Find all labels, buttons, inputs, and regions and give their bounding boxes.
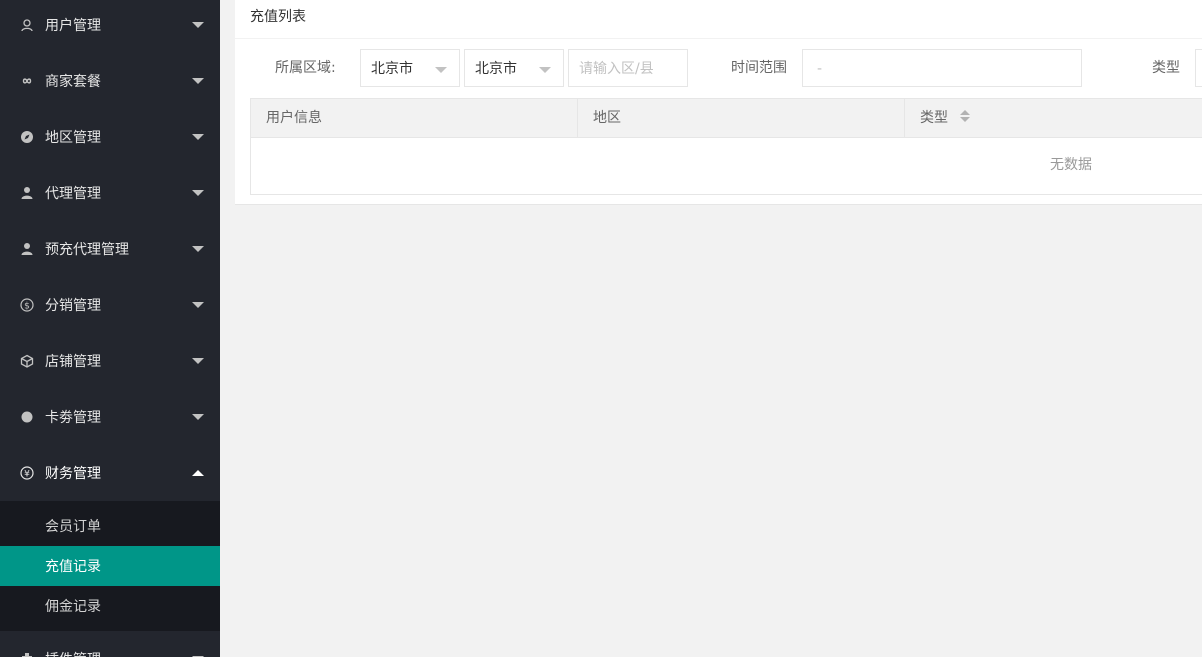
sidebar-item-finance-management[interactable]: ¥ 财务管理 [0, 445, 220, 501]
chevron-up-icon [192, 470, 204, 476]
sidebar-item-store-management[interactable]: 店铺管理 [0, 333, 220, 389]
recharge-table: 用户信息 地区 类型 无数据 [250, 98, 1202, 195]
sidebar-item-user-management[interactable]: 用户管理 [0, 0, 220, 53]
person-icon [20, 242, 34, 256]
chevron-down-icon [192, 302, 204, 308]
sidebar-item-coupon-management[interactable]: 卡劵管理 [0, 389, 220, 445]
column-region: 地区 [578, 99, 905, 137]
chevron-down-icon [192, 414, 204, 420]
city-value: 北京市 [475, 61, 517, 77]
province-select[interactable]: 北京市 [360, 49, 460, 87]
chevron-down-icon [192, 22, 204, 28]
sidebar-item-region-management[interactable]: 地区管理 [0, 109, 220, 165]
sidebar-item-label: 店铺管理 [45, 354, 101, 370]
sidebar-item-agent-management[interactable]: 代理管理 [0, 165, 220, 221]
district-placeholder: 请输入区/县 [579, 61, 654, 77]
sidebar: 用户管理 商家套餐 地区管理 代理管理 预充代理管理 $ 分销管理 店铺管理 卡… [0, 0, 220, 657]
card-title: 充值列表 [235, 0, 1202, 39]
time-range-label: 时间范围 [731, 60, 787, 76]
sidebar-item-label: 用户管理 [45, 18, 101, 34]
sidebar-item-label: 地区管理 [45, 130, 101, 146]
circle-icon [20, 410, 34, 424]
chevron-down-icon [192, 78, 204, 84]
plugin-icon [20, 652, 34, 657]
type-label: 类型 [1152, 60, 1180, 76]
svg-text:$: $ [24, 302, 30, 312]
yen-icon: ¥ [20, 466, 34, 480]
region-label: 所属区域: [275, 60, 336, 76]
province-value: 北京市 [371, 61, 413, 77]
chevron-down-icon [192, 358, 204, 364]
sidebar-item-label: 预充代理管理 [45, 242, 129, 258]
empty-state: 无数据 [1050, 157, 1092, 173]
sidebar-item-label: 商家套餐 [45, 74, 101, 90]
sidebar-item-prepaid-agent-management[interactable]: 预充代理管理 [0, 221, 220, 277]
sidebar-item-label: 分销管理 [45, 298, 101, 314]
sidebar-item-distribution-management[interactable]: $ 分销管理 [0, 277, 220, 333]
chevron-down-icon [192, 190, 204, 196]
filter-bar: 所属区域: 北京市 北京市 请输入区/县 时间范围 - 类型 [235, 49, 1202, 89]
sidebar-subitem-recharge-records[interactable]: 充值记录 [0, 546, 220, 586]
finance-submenu: 会员订单 充值记录 佣金记录 [0, 501, 220, 631]
city-select[interactable]: 北京市 [464, 49, 564, 87]
sidebar-subitem-commission-records[interactable]: 佣金记录 [0, 586, 220, 626]
sidebar-item-plugin-management[interactable]: 插件管理 [0, 631, 220, 657]
chevron-down-icon [192, 134, 204, 140]
type-select[interactable] [1195, 49, 1202, 87]
sidebar-subitem-member-orders[interactable]: 会员订单 [0, 506, 220, 546]
sidebar-item-label: 卡劵管理 [45, 410, 101, 426]
district-input[interactable]: 请输入区/县 [568, 49, 688, 87]
chevron-down-icon [435, 67, 447, 73]
dollar-icon: $ [20, 298, 34, 312]
sort-icon[interactable] [960, 110, 971, 124]
sidebar-item-label: 财务管理 [45, 466, 101, 482]
column-type[interactable]: 类型 [905, 99, 1202, 137]
sidebar-item-label: 插件管理 [45, 649, 101, 657]
svg-text:¥: ¥ [24, 470, 30, 480]
column-user-info: 用户信息 [251, 99, 578, 137]
recharge-list-card: 充值列表 所属区域: 北京市 北京市 请输入区/县 时间范围 - 类型 用户信息… [235, 0, 1202, 205]
cube-icon [20, 354, 34, 368]
user-icon [20, 18, 34, 32]
person-icon [20, 186, 34, 200]
sidebar-item-label: 代理管理 [45, 186, 101, 202]
time-range-input[interactable]: - [802, 49, 1082, 87]
chevron-down-icon [192, 246, 204, 252]
chevron-down-icon [539, 67, 551, 73]
time-range-placeholder: - [817, 61, 823, 77]
compass-icon [20, 130, 34, 144]
sidebar-item-merchant-package[interactable]: 商家套餐 [0, 53, 220, 109]
infinity-icon [20, 74, 34, 88]
table-header: 用户信息 地区 类型 [251, 99, 1202, 138]
